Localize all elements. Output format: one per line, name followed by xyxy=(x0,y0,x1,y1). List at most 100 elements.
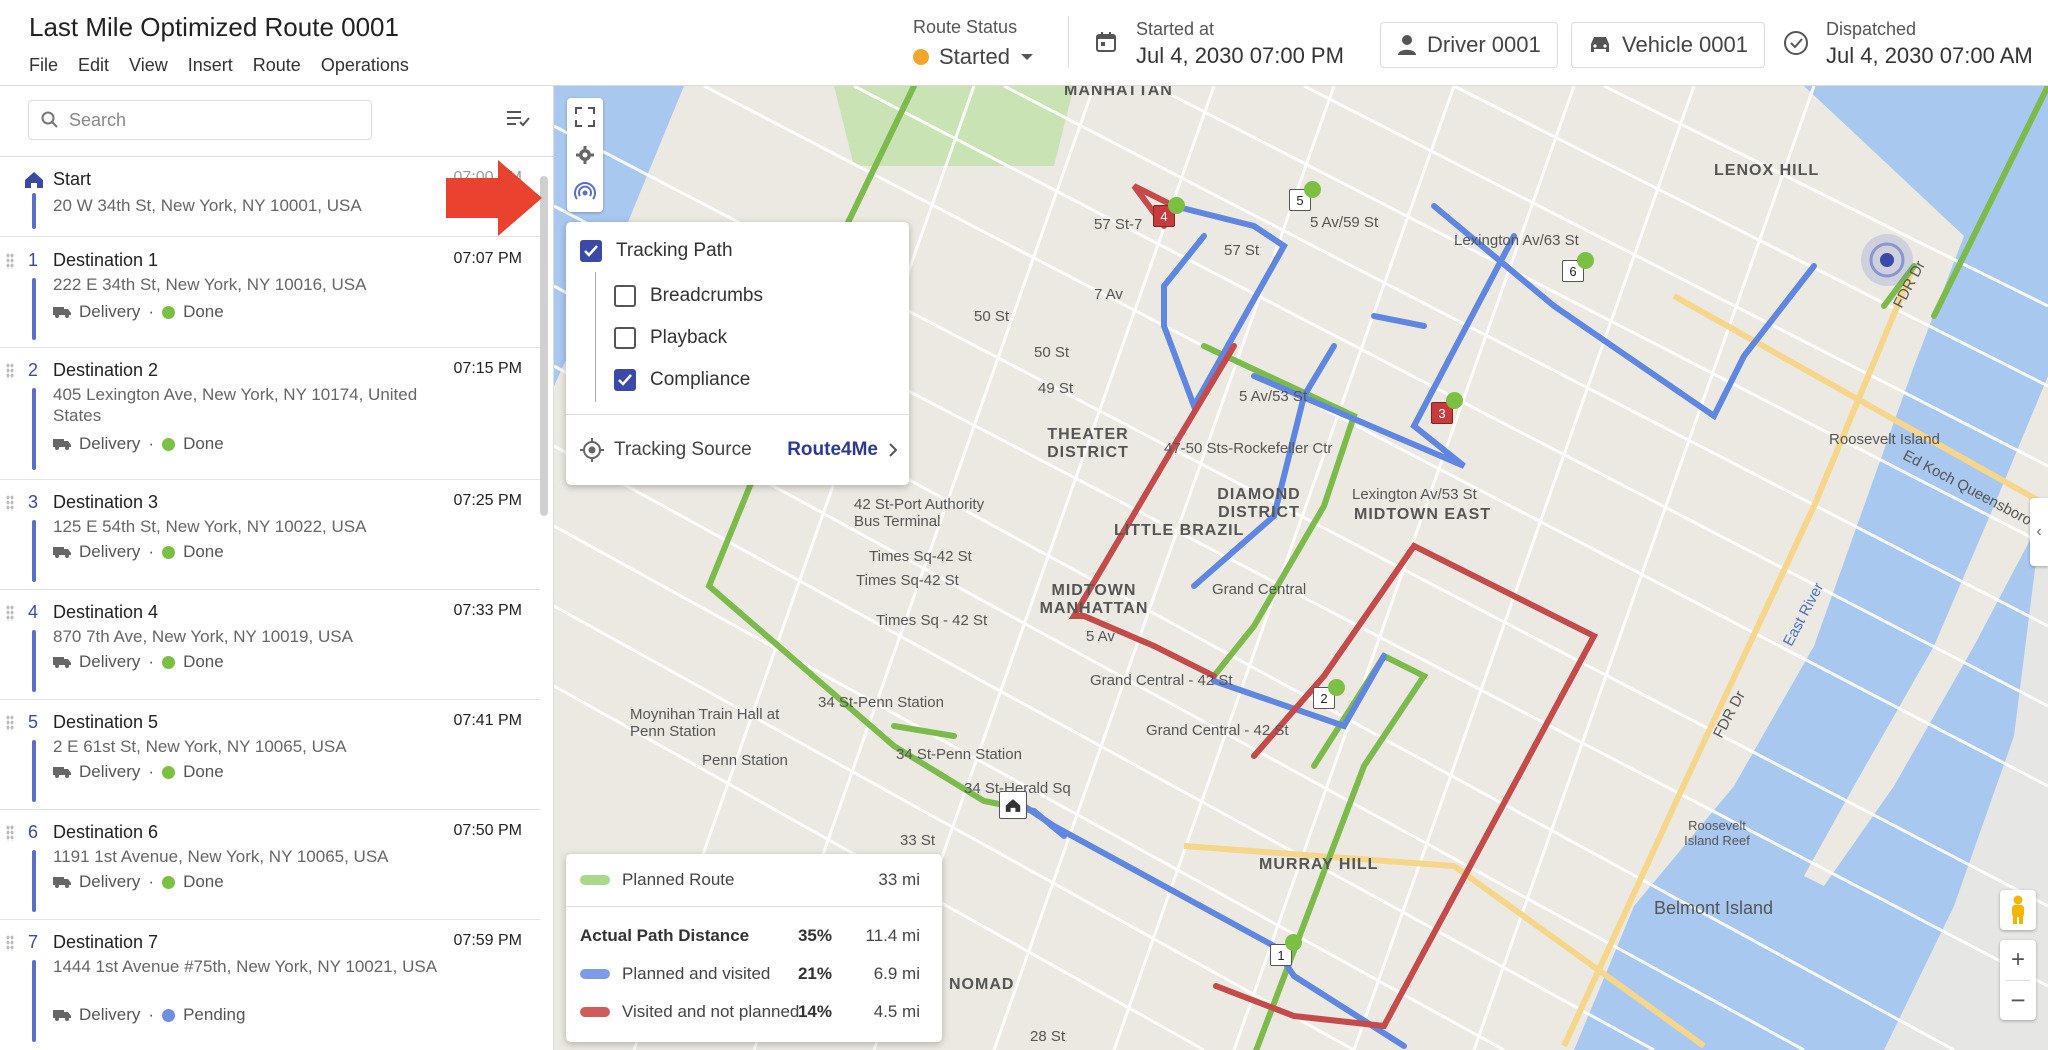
sort-filter-icon[interactable] xyxy=(506,108,530,128)
menu-route[interactable]: Route xyxy=(253,55,301,76)
actual-path-label: Actual Path Distance xyxy=(580,926,750,945)
menu-insert[interactable]: Insert xyxy=(188,55,233,76)
stop-number: 3 xyxy=(28,492,39,512)
label-34-penn-1: 34 St-Penn Station xyxy=(818,694,944,711)
drag-handle-icon[interactable] xyxy=(6,605,14,621)
label-57-st-7: 57 St-7 xyxy=(1094,216,1143,233)
menu-operations[interactable]: Operations xyxy=(321,55,409,76)
stop-meta: Delivery · Done xyxy=(53,302,224,322)
stop-status: Done xyxy=(183,542,224,561)
route-line xyxy=(32,388,36,470)
stop-2[interactable]: 2 Destination 2 405 Lexington Ave, New Y… xyxy=(0,348,540,480)
breadcrumbs-option[interactable]: Breadcrumbs xyxy=(614,285,763,307)
tracking-path-option[interactable]: Tracking Path xyxy=(580,240,733,262)
car-icon xyxy=(1591,37,1609,52)
label-7-av: 7 Av xyxy=(1094,286,1123,303)
breadcrumbs-checkbox[interactable] xyxy=(614,285,636,307)
stop-3[interactable]: 3 Destination 3 125 E 54th St, New York,… xyxy=(0,480,540,590)
menu-view[interactable]: View xyxy=(129,55,168,76)
drag-handle-icon[interactable] xyxy=(6,825,14,841)
chevron-left-icon[interactable]: ‹ xyxy=(2030,498,2048,566)
tracking-icon[interactable] xyxy=(574,182,596,204)
route-status-dropdown[interactable]: Started xyxy=(913,44,1034,70)
label-lex-63: Lexington Av/63 St xyxy=(1454,232,1579,249)
fullscreen-icon[interactable] xyxy=(575,107,595,127)
playback-checkbox[interactable] xyxy=(614,327,636,349)
status-dot-icon xyxy=(162,437,176,451)
stop-number: 5 xyxy=(28,712,39,732)
stop-status: Done xyxy=(183,872,224,891)
tracking-source-value[interactable]: Route4Me xyxy=(787,439,878,461)
drag-handle-icon[interactable] xyxy=(6,363,14,379)
started-at-value: Jul 4, 2030 07:00 PM xyxy=(1136,43,1344,68)
label-diamond-district: DIAMOND DISTRICT xyxy=(1217,486,1301,521)
stop-7[interactable]: 7 Destination 7 1444 1st Avenue #75th, N… xyxy=(0,920,540,1050)
menu-edit[interactable]: Edit xyxy=(78,55,109,76)
tree-connector xyxy=(595,272,596,402)
stop-type: Delivery xyxy=(79,302,141,321)
stop-meta: Delivery · Pending xyxy=(53,1005,245,1025)
stop-status: Done xyxy=(183,652,224,671)
label-manhattan: MANHATTAN xyxy=(1064,86,1173,99)
drag-handle-icon[interactable] xyxy=(6,495,14,511)
label-roosevelt-reef: Roosevelt Island Reef xyxy=(1684,818,1750,848)
tracking-path-checkbox[interactable] xyxy=(580,240,602,262)
vehicle-chip[interactable]: Vehicle 0001 xyxy=(1571,22,1765,68)
person-icon xyxy=(1398,35,1416,55)
stop-type: Delivery xyxy=(79,1005,141,1024)
stop-type: Delivery xyxy=(79,652,141,671)
compliance-checkbox[interactable] xyxy=(614,369,636,391)
driver-name: Driver 0001 xyxy=(1427,32,1541,57)
gps-target-icon xyxy=(580,438,604,462)
delivery-truck-icon xyxy=(53,1010,71,1021)
stop-status: Done xyxy=(183,434,224,453)
visited-not-planned-label: Visited and not planned xyxy=(622,1002,800,1021)
route-status-value: Started xyxy=(939,44,1010,69)
label-midtown-manhattan: MIDTOWN MANHATTAN xyxy=(1039,582,1149,617)
stop-name: Destination 3 xyxy=(53,492,159,512)
stop-name: Destination 2 xyxy=(53,360,159,380)
check-circle-icon xyxy=(1784,31,1808,55)
label-roosevelt-island: Roosevelt Island xyxy=(1829,431,1940,448)
zoom-in-button[interactable]: + xyxy=(2000,940,2036,980)
search-box[interactable]: Search xyxy=(28,100,372,140)
stop-5[interactable]: 5 Destination 5 2 E 61st St, New York, N… xyxy=(0,700,540,810)
not-planned-swatch xyxy=(580,1007,610,1017)
menu-file[interactable]: File xyxy=(29,55,58,76)
stop-4[interactable]: 4 Destination 4 870 7th Ave, New York, N… xyxy=(0,590,540,700)
search-icon xyxy=(41,111,58,128)
stop-meta: Delivery · Done xyxy=(53,872,224,892)
stop-name: Destination 4 xyxy=(53,602,159,622)
stop-address: 20 W 34th St, New York, NY 10001, USA xyxy=(53,196,362,215)
stop-status: Pending xyxy=(183,1005,246,1024)
tracking-source-row[interactable]: Tracking Source Route4Me xyxy=(580,438,898,462)
map-marker-start[interactable] xyxy=(999,791,1027,819)
actual-path-distance: 11.4 mi xyxy=(865,926,921,945)
label-little-brazil: LITTLE BRAZIL xyxy=(1114,522,1245,539)
compliance-option[interactable]: Compliance xyxy=(614,369,750,391)
gear-icon[interactable] xyxy=(575,145,595,165)
drag-handle-icon[interactable] xyxy=(6,935,14,951)
playback-option[interactable]: Playback xyxy=(614,327,727,349)
label-50-st: 50 St xyxy=(974,308,1010,325)
drag-handle-icon[interactable] xyxy=(6,715,14,731)
tracking-path-popup: Tracking Path Breadcrumbs Playback Compl… xyxy=(566,222,909,485)
drag-handle-icon[interactable] xyxy=(6,253,14,269)
label-penn-station: Penn Station xyxy=(702,752,788,769)
vehicle-location-icon[interactable] xyxy=(1859,232,1915,288)
stop-1[interactable]: 1 Destination 1 222 E 34th St, New York,… xyxy=(0,238,540,348)
home-icon xyxy=(1005,798,1021,812)
menu-bar: File Edit View Insert Route Operations xyxy=(29,55,409,76)
label-34-penn-2: 34 St-Penn Station xyxy=(896,746,1022,763)
delivery-truck-icon xyxy=(53,307,71,318)
started-at-label: Started at xyxy=(1136,19,1215,39)
chevron-right-icon xyxy=(889,443,898,457)
zoom-out-button[interactable]: − xyxy=(2000,980,2036,1020)
stop-6[interactable]: 6 Destination 6 1191 1st Avenue, New Yor… xyxy=(0,810,540,920)
separator-dot: · xyxy=(148,652,155,671)
search-input[interactable]: Search xyxy=(69,110,126,131)
done-check-icon xyxy=(1577,252,1594,269)
route-title[interactable]: Last Mile Optimized Route 0001 xyxy=(29,12,399,43)
street-view-pegman-icon[interactable] xyxy=(2000,890,2036,930)
driver-chip[interactable]: Driver 0001 xyxy=(1380,22,1558,68)
